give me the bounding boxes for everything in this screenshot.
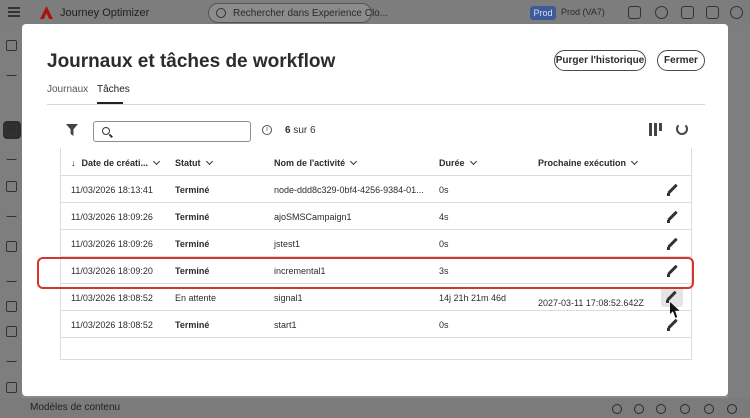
- search-icon: [102, 127, 110, 135]
- bottom-bar-label[interactable]: Modèles de contenu: [30, 402, 120, 413]
- environment-badge[interactable]: Prod: [530, 6, 556, 20]
- cell-created: 11/03/2026 18:13:41: [71, 185, 153, 195]
- table-row[interactable]: 11/03/2026 18:09:26 Terminé jstest1 0s: [61, 229, 691, 256]
- cell-created: 11/03/2026 18:08:52: [71, 320, 153, 330]
- table-header: ↓ Date de créati... Statut Nom de l'activ…: [61, 148, 693, 175]
- search-icon: [216, 8, 226, 18]
- chevron-down-icon[interactable]: [6, 276, 17, 282]
- apps-icon[interactable]: [706, 6, 719, 19]
- zoom-out-icon[interactable]: [656, 404, 666, 414]
- cell-activity: node-ddd8c329-0bf4-4256-9384-01...: [274, 185, 424, 195]
- adobe-logo-icon: [40, 6, 53, 19]
- environment-label[interactable]: Prod (VA7): [561, 7, 605, 17]
- hamburger-menu-icon[interactable]: [8, 7, 20, 17]
- tab-logs[interactable]: Journaux: [47, 84, 88, 95]
- chevron-down-icon: [205, 157, 213, 166]
- cell-duration: 0s: [439, 239, 449, 249]
- avatar[interactable]: [730, 6, 743, 19]
- edit-icon[interactable]: [665, 237, 679, 251]
- content-templates-icon[interactable]: [6, 301, 17, 312]
- pointer-icon[interactable]: [612, 404, 622, 414]
- cell-next-run: 2027-03-11 17:08:52.642Z: [538, 298, 644, 308]
- help-icon[interactable]: [655, 6, 668, 19]
- cell-created: 11/03/2026 18:09:26: [71, 212, 153, 222]
- chevron-down-icon: [630, 157, 639, 166]
- hand-icon[interactable]: [634, 404, 644, 414]
- table-empty-space: [61, 337, 691, 359]
- tasks-table: ↓ Date de créati... Statut Nom de l'activ…: [60, 148, 692, 360]
- refresh-icon[interactable]: [676, 123, 688, 135]
- active-tab-indicator: [97, 102, 123, 104]
- edit-icon[interactable]: [665, 318, 679, 332]
- cell-activity: jstest1: [274, 239, 301, 249]
- edit-icon[interactable]: [665, 210, 679, 224]
- cell-duration: 4s: [439, 212, 449, 222]
- column-header-activity[interactable]: Nom de l'activité: [274, 157, 358, 168]
- zoom-in-icon[interactable]: [680, 404, 690, 414]
- edit-icon[interactable]: [665, 183, 679, 197]
- cell-status: Terminé: [175, 320, 210, 330]
- column-header-created[interactable]: ↓ Date de créati...: [71, 157, 161, 168]
- table-row[interactable]: 11/03/2026 18:08:52 Terminé start1 0s: [61, 310, 691, 337]
- app-name: Journey Optimizer: [60, 7, 150, 19]
- purge-history-button[interactable]: Purger l'historique: [554, 50, 646, 71]
- column-header-next-run[interactable]: Prochaine exécution: [538, 157, 639, 168]
- app-header: Journey Optimizer Rechercher dans Experi…: [0, 0, 750, 26]
- cell-duration: 14j 21h 21m 46d: [439, 293, 507, 303]
- experiments-icon[interactable]: [6, 181, 17, 192]
- chat-icon[interactable]: [628, 6, 641, 19]
- dialog-tabs: Journaux Tâches: [47, 83, 705, 105]
- cell-duration: 0s: [439, 320, 449, 330]
- cell-status: En attente: [175, 293, 217, 303]
- workflow-logs-dialog: Journaux et tâches de workflow Purger l'…: [22, 24, 728, 396]
- settings-icon[interactable]: [6, 382, 17, 393]
- cell-status: Terminé: [175, 239, 210, 249]
- close-button[interactable]: Fermer: [657, 50, 705, 71]
- notifications-icon[interactable]: [681, 6, 694, 19]
- dialog-title: Journaux et tâches de workflow: [47, 51, 336, 72]
- fragments-icon[interactable]: [6, 326, 17, 337]
- chevron-down-icon: [152, 157, 161, 166]
- chevron-down-icon[interactable]: [6, 356, 17, 362]
- result-count: 6 sur 6: [285, 125, 316, 136]
- result-count-shown: 6: [285, 125, 291, 136]
- reports-icon[interactable]: [6, 241, 17, 252]
- chevron-down-icon: [469, 157, 477, 166]
- chevron-down-icon: [350, 157, 358, 166]
- highlight-callout: [37, 257, 694, 289]
- table-row[interactable]: 11/03/2026 18:09:26 Terminé ajoSMSCampai…: [61, 202, 691, 229]
- left-navigation: [0, 26, 22, 418]
- table-row[interactable]: 11/03/2026 18:13:41 Terminé node-ddd8c32…: [61, 175, 691, 202]
- cell-activity: signal1: [274, 293, 303, 303]
- cell-status: Terminé: [175, 212, 210, 222]
- cell-created: 11/03/2026 18:09:26: [71, 239, 153, 249]
- column-header-status[interactable]: Statut: [175, 157, 213, 168]
- chevron-down-icon[interactable]: [6, 70, 17, 76]
- cell-activity: ajoSMSCampaign1: [274, 212, 352, 222]
- global-search[interactable]: Rechercher dans Experience Clo...: [208, 3, 388, 23]
- column-header-duration[interactable]: Durée: [439, 157, 477, 168]
- chevron-down-icon[interactable]: [6, 154, 17, 160]
- cell-activity: start1: [274, 320, 297, 330]
- filter-icon[interactable]: [66, 124, 78, 136]
- fit-screen-icon[interactable]: [704, 404, 714, 414]
- journeys-icon[interactable]: [6, 124, 17, 135]
- result-count-total: sur 6: [293, 125, 316, 136]
- search-input[interactable]: [93, 121, 251, 142]
- sort-descending-icon: ↓: [71, 158, 76, 168]
- cell-status: Terminé: [175, 185, 210, 195]
- column-settings-icon[interactable]: [649, 123, 662, 136]
- home-icon[interactable]: [6, 40, 17, 51]
- tab-tasks[interactable]: Tâches: [97, 84, 130, 95]
- chevron-down-icon[interactable]: [6, 211, 17, 217]
- cell-duration: 0s: [439, 185, 449, 195]
- info-icon[interactable]: i: [262, 125, 272, 135]
- right-rail: [728, 26, 750, 418]
- global-search-placeholder: Rechercher dans Experience Clo...: [233, 8, 389, 19]
- cell-created: 11/03/2026 18:08:52: [71, 293, 153, 303]
- expand-icon[interactable]: [727, 404, 737, 414]
